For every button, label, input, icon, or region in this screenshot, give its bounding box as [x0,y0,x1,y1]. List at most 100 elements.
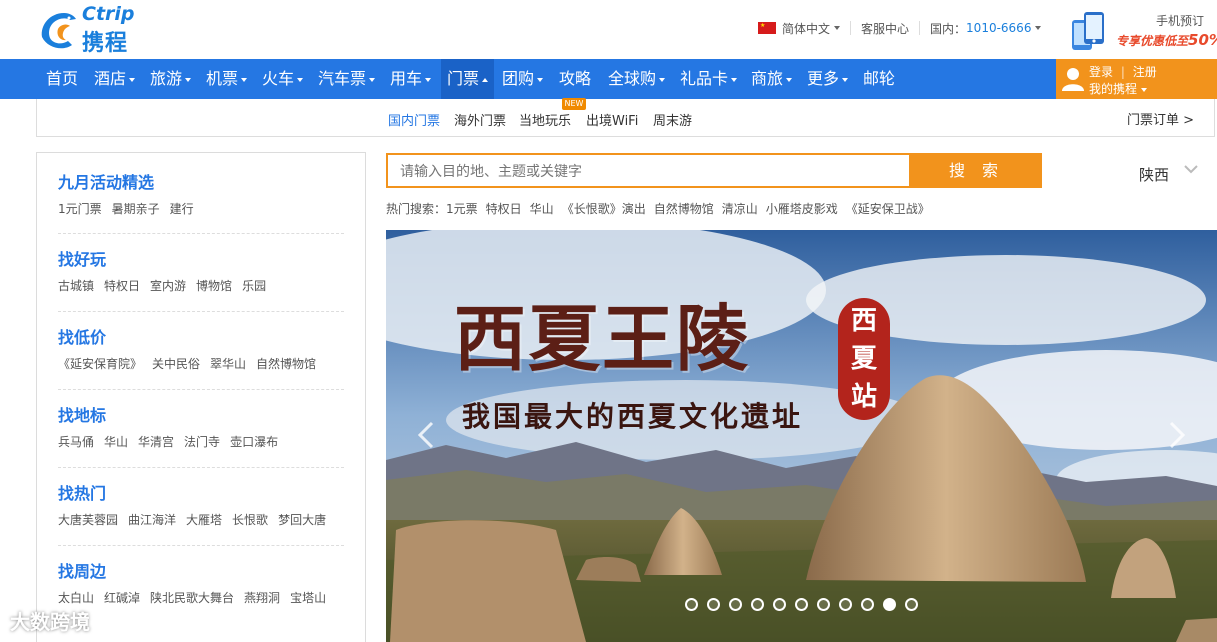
tag-link[interactable]: 华山 [104,435,128,449]
nav-item-business[interactable]: 商旅 [751,59,793,99]
hot-keyword[interactable]: 《长恨歌》演出 [562,202,646,216]
tag-link[interactable]: 古城镇 [58,279,94,293]
hot-keyword[interactable]: 华山 [530,202,554,216]
tag-link[interactable]: 乐园 [242,279,266,293]
tag-link[interactable]: 法门寺 [184,435,220,449]
carousel-dot[interactable] [883,598,896,611]
nav-item-groupbuy[interactable]: 团购 [502,59,544,99]
carousel-dot[interactable] [795,598,808,611]
subnav-wifi[interactable]: 出境WiFi [586,110,638,129]
hotline-number[interactable]: 1010-6666 [966,21,1031,35]
divider: | [1120,65,1125,79]
tag-link[interactable]: 大雁塔 [186,513,222,527]
carousel-dot[interactable] [685,598,698,611]
carousel-dot[interactable] [773,598,786,611]
search-button[interactable]: 搜 索 [911,153,1042,188]
tag-link[interactable]: 长恨歌 [232,513,268,527]
subnav-overseas-tickets[interactable]: 海外门票 [454,110,506,129]
section-title[interactable]: 找好玩 [58,248,344,272]
hot-keyword[interactable]: 《延安保卫战》 [846,202,930,216]
subnav-domestic-tickets[interactable]: 国内门票 [388,110,440,129]
nav-item-home[interactable]: 首页 [46,59,78,99]
nav-item-tickets[interactable]: 门票 [441,59,495,99]
carousel-dot[interactable] [839,598,852,611]
tag-link[interactable]: 关中民俗 [152,357,200,371]
customer-service-link[interactable]: 客服中心 [861,20,909,37]
subnav-local-fun[interactable]: 当地玩乐 [519,110,571,129]
tag-link[interactable]: 1元门票 [58,202,102,216]
hot-keyword[interactable]: 自然博物馆 [654,202,714,216]
tag-link[interactable]: 红碱淖 [104,591,140,605]
hot-keyword[interactable]: 特权日 [486,202,522,216]
nav-item-bus[interactable]: 汽车票 [318,59,376,99]
section-title[interactable]: 九月活动精选 [58,171,344,195]
tag-link[interactable]: 室内游 [150,279,186,293]
chevron-right-icon[interactable] [1167,420,1187,450]
tag-link[interactable]: 特权日 [104,279,140,293]
chevron-down-icon[interactable] [1183,163,1199,175]
carousel-dot[interactable] [861,598,874,611]
hot-search: 热门搜索：1元票 特权日 华山 《长恨歌》演出 自然博物馆 清凉山 小雁塔皮影戏 《延安保卫战… [386,200,938,217]
nav-item-travel[interactable]: 旅游 [150,59,192,99]
tag-link[interactable]: 陕北民歌大舞台 [150,591,234,605]
nav-item-gift-card[interactable]: 礼品卡 [680,59,738,99]
tag-link[interactable]: 壶口瀑布 [230,435,278,449]
register-link[interactable]: 注册 [1133,65,1157,79]
carousel-dot[interactable] [905,598,918,611]
nav-item-flights[interactable]: 机票 [206,59,248,99]
region-selector[interactable]: 陕西 [1139,164,1169,185]
nav-item-hotel[interactable]: 酒店 [94,59,136,99]
tag-link[interactable]: 曲江海洋 [128,513,176,527]
search-input[interactable] [388,155,909,186]
watermark: 大数跨境 [10,610,90,634]
mobile-booking-promo[interactable]: 手机预订 专享优惠低至50% [1068,8,1217,53]
tag-link[interactable]: 《延安保育院》 [58,357,142,371]
nav-item-guides[interactable]: 攻略 [559,59,591,99]
tag-link[interactable]: 暑期亲子 [112,202,160,216]
hot-keyword[interactable]: 1元票 [446,202,478,216]
chevron-down-icon [786,77,793,82]
chevron-down-icon [297,77,304,82]
ticket-orders-link[interactable]: 门票订单 > [1127,109,1194,128]
tag-link[interactable]: 宝塔山 [290,591,326,605]
carousel-dot[interactable] [817,598,830,611]
subnav-weekend[interactable]: 周末游 [653,110,692,129]
chevron-down-icon [537,77,544,82]
carousel-dot[interactable] [751,598,764,611]
top-links: 简体中文 客服中心 国内： 1010-6666 [758,18,1042,38]
nav-item-cruise[interactable]: 邮轮 [863,59,895,99]
tag-link[interactable]: 大唐芙蓉园 [58,513,118,527]
my-ctrip-menu[interactable]: 我的携程 [1089,80,1148,97]
divider [58,311,344,312]
chevron-up-icon [482,77,489,82]
tag-link[interactable]: 太白山 [58,591,94,605]
nav-item-more[interactable]: 更多 [807,59,849,99]
tag-link[interactable]: 兵马俑 [58,435,94,449]
language-selector[interactable]: 简体中文 [782,20,830,37]
section-title[interactable]: 找周边 [58,560,344,584]
tag-link[interactable]: 博物馆 [196,279,232,293]
section-title[interactable]: 找低价 [58,326,344,350]
carousel-dot[interactable] [729,598,742,611]
tag-link[interactable]: 燕翔洞 [244,591,280,605]
hot-keyword[interactable]: 小雁塔皮影戏 [766,202,838,216]
nav-item-global-shop[interactable]: 全球购 [608,59,666,99]
tag-link[interactable]: 华清宫 [138,435,174,449]
hot-keyword[interactable]: 清凉山 [722,202,758,216]
tag-link[interactable]: 自然博物馆 [256,357,316,371]
divider [58,467,344,468]
carousel-dot[interactable] [707,598,720,611]
tag-link[interactable]: 建行 [170,202,194,216]
main-nav: 首页 酒店 旅游 机票 火车 汽车票 用车 门票 团购 攻略 全球购 礼品卡 商… [0,59,1217,99]
ctrip-logo[interactable]: Ctrip 携程 [36,3,166,56]
banner-title: 西夏王陵 [454,296,751,381]
login-link[interactable]: 登录 [1089,65,1113,79]
promo-banner[interactable]: 西夏王陵 我国最大的西夏文化遗址 西 夏 站 [386,230,1217,642]
chevron-left-icon[interactable] [416,420,436,450]
tag-link[interactable]: 梦回大唐 [278,513,326,527]
section-title[interactable]: 找热门 [58,482,344,506]
nav-item-car[interactable]: 用车 [390,59,432,99]
nav-item-trains[interactable]: 火车 [262,59,304,99]
section-title[interactable]: 找地标 [58,404,344,428]
tag-link[interactable]: 翠华山 [210,357,246,371]
